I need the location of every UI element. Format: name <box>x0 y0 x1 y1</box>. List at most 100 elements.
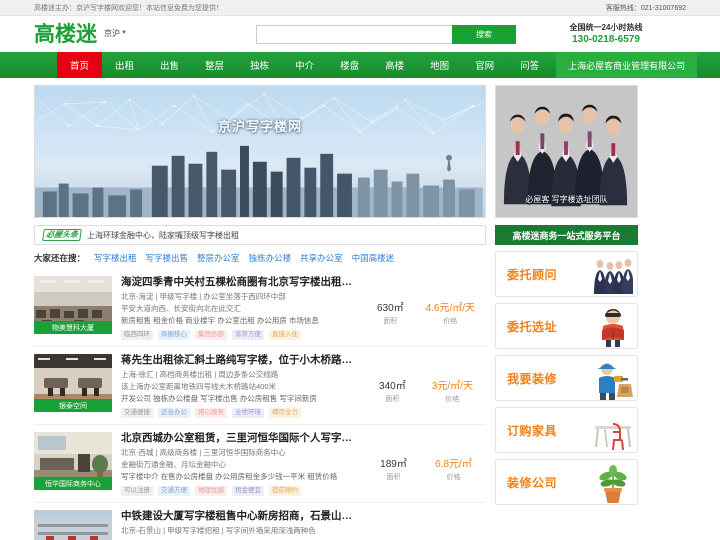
search-button[interactable]: 搜索 <box>452 25 516 44</box>
hotline-label: 全国统一24小时热线 <box>569 23 643 32</box>
listing-tags: 交通便捷 适合办公 用心服务 业绩环境 竭尽全力 <box>121 408 357 418</box>
site-logo[interactable]: 高楼迷 <box>34 23 97 45</box>
hot-search-link-5[interactable]: 中国高楼迷 <box>352 252 395 264</box>
listing-row[interactable]: 恒华国际商务中心 北京西城办公室租赁，三里河恒华国际个人写字楼出租北京-西城 | … <box>34 425 486 503</box>
listing-area-value: 340㎡ <box>379 380 406 392</box>
hot-search-link-3[interactable]: 独栋办公楼 <box>249 252 292 264</box>
listing-tag: 集团总部 <box>195 330 227 340</box>
nav-item-8[interactable]: 地图 <box>417 52 462 78</box>
listing-body: 海淀四季青中关村五棵松商圈有北京写字楼出租房源 北京-海淀 | 甲级写字楼 | 办… <box>121 276 357 340</box>
listing-area-value: 189㎡ <box>380 458 407 470</box>
listing-price-value: 3元/㎡/天 <box>431 380 473 392</box>
hot-search-label: 大家还在搜： <box>34 253 86 263</box>
plant-icon <box>593 462 633 504</box>
listing-meta-1: 北京-西城 | 高级商务楼 | 三里河恒华国际商务中心 <box>121 448 286 457</box>
hot-search-link-2[interactable]: 整层办公室 <box>197 252 240 264</box>
hot-search-link-0[interactable]: 写字楼出租 <box>94 252 137 264</box>
listing-tags: 可以注册 交通方便 地理优越 租金便宜 提前预约 <box>121 486 357 496</box>
worker-icon <box>593 358 633 400</box>
hot-search-link-4[interactable]: 共享办公室 <box>300 252 343 264</box>
listing-building-name: 物美慧科大厦 <box>34 321 112 334</box>
listing-area-label: 面积 <box>386 473 401 481</box>
listing-thumbnail[interactable]: 银泰空间 <box>34 354 112 412</box>
listing-meta-1: 上海-徐汇 | 高档商务楼出租 | 周边多条公交线路 <box>121 370 279 379</box>
listing-body: 蒋先生出租徐汇斜土路纯写字楼，位于小木桥路600号地铁站上海-徐汇 | 高档商务… <box>121 354 357 418</box>
listing-tag: 地理优越 <box>195 486 227 496</box>
listing-price-label: 价格 <box>446 473 461 481</box>
sidebar: 必屋客 写字楼选址团队 高楼迷商务一站式服务平台 委托顾问 委托选址 我要装修 订购家… <box>495 85 638 540</box>
consultants-icon <box>593 254 634 296</box>
listing-list: 物美慧科大厦 海淀四季青中关村五棵松商圈有北京写字楼出租房源 北京-海淀 | 甲级写… <box>34 269 486 540</box>
listing-stats <box>366 510 486 540</box>
hero-banner[interactable]: 京沪写字楼网 <box>34 85 486 218</box>
team-photo-caption: 必屋客 写字楼选址团队 <box>525 195 608 204</box>
listing-building-name: 银泰空间 <box>34 399 112 412</box>
sidebar-service-1[interactable]: 委托选址 <box>495 303 638 349</box>
nav-item-3[interactable]: 整层 <box>192 52 237 78</box>
city-selector-label: 京沪 <box>104 28 120 38</box>
city-selector[interactable]: 京沪 ▼ <box>104 28 127 41</box>
nav-company-name[interactable]: 上海必屋客商业管理有限公司 <box>556 52 698 78</box>
nav-item-2[interactable]: 出售 <box>147 52 192 78</box>
main-column: 京沪写字楼网 必屋头条 上海环球金融中心，陆家嘴顶级写字楼出租 大家还在搜： 写… <box>34 85 486 540</box>
listing-meta-1: 北京-石景山 | 甲级写字楼招租 | 写字间外墙采用深浅两种色 <box>121 526 316 535</box>
nav-item-4[interactable]: 独栋 <box>237 52 282 78</box>
nav-item-5[interactable]: 中介 <box>282 52 327 78</box>
listing-thumbnail[interactable]: 恒华国际商务中心 <box>34 432 112 490</box>
sidebar-service-label: 订购家具 <box>507 423 558 438</box>
listing-row[interactable]: 物美慧科大厦 海淀四季青中关村五棵松商圈有北京写字楼出租房源 北京-海淀 | 甲级写… <box>34 269 486 347</box>
sidebar-service-0[interactable]: 委托顾问 <box>495 251 638 297</box>
nav-item-0[interactable]: 首页 <box>57 52 103 78</box>
sidebar-service-label: 委托顾问 <box>507 267 558 282</box>
listing-area: 340㎡面积 <box>379 377 406 404</box>
listing-thumbnail[interactable]: 物美慧科大厦 <box>34 276 112 334</box>
announcement-text: 高楼迷主办：京沪写字楼网欢迎您！本站信息免费为您提供！ <box>34 4 223 12</box>
listing-tag: 适合办公 <box>158 408 190 418</box>
sidebar-service-2[interactable]: 我要装修 <box>495 355 638 401</box>
listing-tag: 直接入住 <box>269 330 301 340</box>
listing-stats: 340㎡面积 3元/㎡/天价格 <box>366 354 486 418</box>
listing-title[interactable]: 蒋先生出租徐汇斜土路纯写字楼，位于小木桥路600号地铁站 <box>121 354 357 367</box>
listing-tag: 交通方便 <box>158 486 190 496</box>
top-announcement-bar: 高楼迷主办：京沪写字楼网欢迎您！本站信息免费为您提供！ 客服热线：021-310… <box>0 0 720 16</box>
sidebar-service-3[interactable]: 订购家具 <box>495 407 638 453</box>
listing-price: 6.8元/㎡ 价格 <box>435 455 472 482</box>
sidebar-service-label: 装修公司 <box>507 475 558 490</box>
listing-title[interactable]: 中铁建设大厦写字楼租售中心新房招商，石景山路20号办公用房出租 <box>121 510 357 523</box>
team-photo-card[interactable]: 必屋客 写字楼选址团队 <box>495 85 638 218</box>
search-input[interactable] <box>256 25 452 44</box>
listing-tag: 用心服务 <box>195 408 227 418</box>
listing-keyword-links[interactable]: 新房租售 租金价格 商业楼宇 办公室出租 办公用房 市场信息 <box>121 316 357 326</box>
hot-search-words: 大家还在搜： 写字楼出租 写字楼出售 整层办公室 独栋办公楼 共享办公室 中国高楼迷 <box>34 252 486 264</box>
headline-bar[interactable]: 必屋头条 上海环球金融中心，陆家嘴顶级写字楼出租 <box>34 225 486 245</box>
nav-items: 首页 出租 出售 整层 独栋 中介 楼盘 高楼 地图 官网 问答 <box>57 52 552 78</box>
listing-price-label: 价格 <box>445 395 460 403</box>
headline-text[interactable]: 上海环球金融中心，陆家嘴顶级写字楼出租 <box>87 230 239 241</box>
hot-search-link-1[interactable]: 写字楼出售 <box>146 252 189 264</box>
listing-row[interactable]: 银泰空间蒋先生出租徐汇斜土路纯写字楼，位于小木桥路600号地铁站上海-徐汇 | … <box>34 347 486 425</box>
city-skyline-graphic <box>35 145 483 217</box>
customer-service-hotline: 客服热线：021-31007692 <box>605 4 686 12</box>
nav-item-1[interactable]: 出租 <box>102 52 147 78</box>
nav-item-10[interactable]: 问答 <box>507 52 552 78</box>
nav-item-9[interactable]: 官网 <box>462 52 507 78</box>
nav-item-7[interactable]: 高楼 <box>372 52 417 78</box>
banner-title: 京沪写字楼网 <box>217 119 302 134</box>
listing-price-value: 4.6元/㎡/天 <box>425 302 476 314</box>
listing-body: 北京西城办公室租赁，三里河恒华国际个人写字楼出租北京-西城 | 高级商务楼 | … <box>121 432 357 496</box>
listing-area-label: 面积 <box>385 395 400 403</box>
listing-price: 3元/㎡/天价格 <box>432 377 473 404</box>
listing-title[interactable]: 北京西城办公室租赁，三里河恒华国际个人写字楼出租 <box>121 432 357 445</box>
listing-keyword-links[interactable]: 写字楼中介 在售办公房楼盘 办公用房租金多少钱一平米 租赁价格 <box>121 472 357 482</box>
listing-thumbnail[interactable] <box>34 510 112 540</box>
listing-title[interactable]: 海淀四季青中关村五棵松商圈有北京写字楼出租房源 <box>121 276 357 289</box>
nav-item-6[interactable]: 楼盘 <box>327 52 372 78</box>
listing-row[interactable]: 中铁建设大厦写字楼租售中心新房招商，石景山路20号办公用房出租北京-石景山 | … <box>34 503 486 540</box>
listing-keyword-links[interactable]: 开发公司 独栋办公楼盘 写字楼出售 办公房租售 写字间新房 <box>121 394 357 404</box>
reader-icon <box>593 306 633 348</box>
sidebar-service-4[interactable]: 装修公司 <box>495 459 638 505</box>
listing-stats: 189㎡面积 6.8元/㎡ 价格 <box>366 432 486 496</box>
chevron-down-icon: ▼ <box>121 30 127 36</box>
page-root: 高楼迷主办：京沪写字楼网欢迎您！本站信息免费为您提供！ 客服热线：021-310… <box>0 0 720 540</box>
